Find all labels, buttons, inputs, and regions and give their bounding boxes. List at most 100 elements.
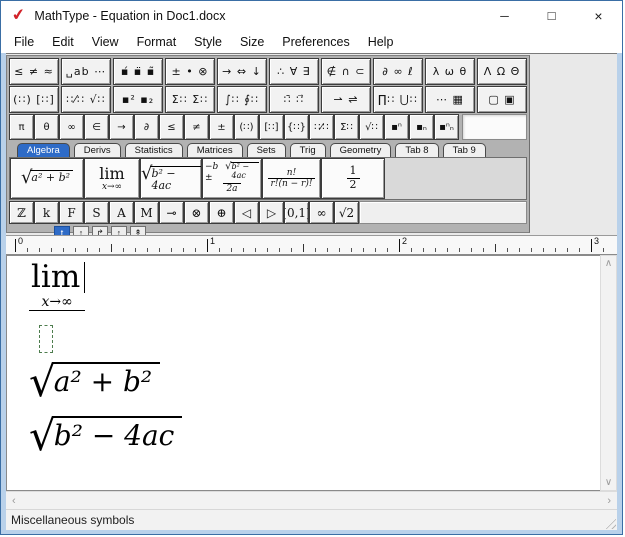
limit-expression[interactable]: lim x→∞ bbox=[29, 262, 85, 311]
menu-file[interactable]: File bbox=[5, 32, 43, 52]
equation-canvas[interactable]: lim x→∞ √a² + b² √b² − 4ac bbox=[6, 255, 600, 491]
menu-style[interactable]: Style bbox=[185, 32, 231, 52]
symbol-right-arrow[interactable]: → bbox=[109, 114, 134, 140]
template-superscript[interactable]: ▪ⁿ bbox=[384, 114, 409, 140]
status-text: Miscellaneous symbols bbox=[11, 513, 134, 527]
palette-relational-symbols[interactable]: ≤ ≠ ≈ bbox=[9, 58, 59, 85]
menu-preferences[interactable]: Preferences bbox=[273, 32, 358, 52]
expr-letter-k[interactable]: k bbox=[34, 201, 59, 224]
resize-grip-icon[interactable] bbox=[603, 516, 616, 529]
scroll-up-icon[interactable]: ∧ bbox=[605, 256, 612, 271]
symbol-partial[interactable]: ∂ bbox=[134, 114, 159, 140]
palette-product-templates[interactable]: ∏∷ ⋃∷ bbox=[373, 86, 423, 113]
horizontal-scrollbar[interactable]: ‹ › bbox=[6, 491, 617, 509]
tab-geometry[interactable]: Geometry bbox=[330, 143, 392, 157]
palette-greek-uppercase[interactable]: Λ Ω Θ bbox=[477, 58, 527, 85]
tab-sets[interactable]: Sets bbox=[247, 143, 286, 157]
template-summation[interactable]: Σ∷ bbox=[334, 114, 359, 140]
symbol-element-of[interactable]: ∈ bbox=[84, 114, 109, 140]
symbol-infinity[interactable]: ∞ bbox=[59, 114, 84, 140]
menu-size[interactable]: Size bbox=[231, 32, 273, 52]
expr-triangle-left[interactable]: ◁ bbox=[234, 201, 259, 224]
expression-combination-formula[interactable]: n!r!(n − r)! bbox=[262, 158, 321, 199]
vertical-scrollbar[interactable]: ∧ ∨ bbox=[600, 255, 617, 491]
tab-9[interactable]: Tab 9 bbox=[443, 143, 486, 157]
expr-interval-01[interactable]: [0,1] bbox=[284, 201, 309, 224]
palette-box-templates[interactable]: ▢ ▣ bbox=[477, 86, 527, 113]
palette-integral-templates[interactable]: ∫∷ ∮∷ bbox=[217, 86, 267, 113]
expr-infinity[interactable]: ∞ bbox=[309, 201, 334, 224]
symbol-pi[interactable]: π bbox=[9, 114, 34, 140]
expression-quadratic-formula[interactable]: −b ±√b² − 4ac 2a bbox=[202, 158, 262, 199]
tab-8[interactable]: Tab 8 bbox=[395, 143, 438, 157]
expr-double-struck-z[interactable]: ℤ bbox=[9, 201, 34, 224]
palette-fence-templates[interactable]: (∷) [∷] bbox=[9, 86, 59, 113]
mathtype-window: ✔ MathType - Equation in Doc1.docx ─ □ ×… bbox=[0, 0, 623, 535]
close-button[interactable]: × bbox=[575, 1, 622, 30]
palette-script-templates[interactable]: ▪² ▪₂ bbox=[113, 86, 163, 113]
symbol-less-equal[interactable]: ≤ bbox=[159, 114, 184, 140]
expr-letter-f[interactable]: F bbox=[59, 201, 84, 224]
small-symbol-bar: πθ∞∈→∂≤≠±(∷)[∷]{∷}∷⁄∷Σ∷√∷▪ⁿ▪ₙ▪ⁿₙ bbox=[8, 113, 528, 140]
expression-sqrt-b2-minus-4ac[interactable]: √b² − 4ac bbox=[140, 158, 202, 199]
template-subsuperscript[interactable]: ▪ⁿₙ bbox=[434, 114, 459, 140]
scroll-down-icon[interactable]: ∨ bbox=[605, 475, 612, 490]
expr-circled-times[interactable]: ⊗ bbox=[184, 201, 209, 224]
tab-statistics[interactable]: Statistics bbox=[125, 143, 183, 157]
expression-one-half[interactable]: 12 bbox=[321, 158, 385, 199]
menu-view[interactable]: View bbox=[83, 32, 128, 52]
radical-sign: √ bbox=[29, 363, 56, 401]
ruler[interactable]: 0123 bbox=[6, 235, 617, 255]
menu-format[interactable]: Format bbox=[128, 32, 186, 52]
symbol-theta[interactable]: θ bbox=[34, 114, 59, 140]
template-radical[interactable]: √∷ bbox=[359, 114, 384, 140]
scroll-right-icon[interactable]: › bbox=[607, 495, 611, 507]
expr-fraktur-a[interactable]: A bbox=[109, 201, 134, 224]
equation-sqrt-b2-minus-4ac[interactable]: √b² − 4ac bbox=[29, 416, 182, 456]
equation-sqrt-a2-plus-b2[interactable]: √a² + b² bbox=[29, 362, 160, 402]
palette-fraction-radical-templates[interactable]: ∷⁄∷ √∷ bbox=[61, 86, 111, 113]
palette-bar-arrow-templates[interactable]: ∷̄ ∷⃗ bbox=[269, 86, 319, 113]
palette-logic-symbols[interactable]: ∴ ∀ ∃ bbox=[269, 58, 319, 85]
expr-circled-plus[interactable]: ⊕ bbox=[209, 201, 234, 224]
expr-fraktur-m[interactable]: M bbox=[134, 201, 159, 224]
symbol-palette-panel: ≤ ≠ ≈␣ab ⋯▪́ ▪̈ ▪̃± • ⊗→ ⇔ ↓∴ ∀ ∃∉ ∩ ⊂∂ … bbox=[6, 55, 530, 233]
symbol-not-equal[interactable]: ≠ bbox=[184, 114, 209, 140]
template-parentheses[interactable]: (∷) bbox=[234, 114, 259, 140]
expression-bar-empty-area bbox=[385, 158, 526, 199]
menu-edit[interactable]: Edit bbox=[43, 32, 83, 52]
palette-misc-symbols[interactable]: ∂ ∞ ℓ bbox=[373, 58, 423, 85]
expression-sqrt-a2-plus-b2[interactable]: √a² + b² bbox=[10, 158, 84, 199]
palette-set-theory-symbols[interactable]: ∉ ∩ ⊂ bbox=[321, 58, 371, 85]
expr-sqrt-2[interactable]: √2 bbox=[334, 201, 359, 224]
template-subscript[interactable]: ▪ₙ bbox=[409, 114, 434, 140]
expr-multimap[interactable]: ⊸ bbox=[159, 201, 184, 224]
expr-letter-s[interactable]: S bbox=[84, 201, 109, 224]
template-brackets[interactable]: [∷] bbox=[259, 114, 284, 140]
mathtype-logo-icon: ✔ bbox=[11, 7, 27, 25]
client-area: ≤ ≠ ≈␣ab ⋯▪́ ▪̈ ▪̃± • ⊗→ ⇔ ↓∴ ∀ ∃∉ ∩ ⊂∂ … bbox=[6, 53, 617, 530]
template-fraction[interactable]: ∷⁄∷ bbox=[309, 114, 334, 140]
menu-help[interactable]: Help bbox=[359, 32, 403, 52]
maximize-button[interactable]: □ bbox=[528, 1, 575, 30]
palette-arrow-symbols[interactable]: → ⇔ ↓ bbox=[217, 58, 267, 85]
scroll-left-icon[interactable]: ‹ bbox=[12, 495, 16, 507]
expression-button-bar: √a² + b² limx→∞ √b² − 4ac −b ±√b² − 4ac … bbox=[9, 157, 527, 200]
empty-slot-placeholder[interactable] bbox=[39, 325, 53, 353]
palette-spaces-ellipses[interactable]: ␣ab ⋯ bbox=[61, 58, 111, 85]
tab-trig[interactable]: Trig bbox=[290, 143, 326, 157]
tab-algebra[interactable]: Algebra bbox=[17, 143, 70, 157]
palette-labeled-arrow-templates[interactable]: ⇀ ⇌ bbox=[321, 86, 371, 113]
symbol-plus-minus[interactable]: ± bbox=[209, 114, 234, 140]
palette-operator-symbols[interactable]: ± • ⊗ bbox=[165, 58, 215, 85]
palette-embellishments[interactable]: ▪́ ▪̈ ▪̃ bbox=[113, 58, 163, 85]
tab-derivs[interactable]: Derivs bbox=[74, 143, 121, 157]
template-braces[interactable]: {∷} bbox=[284, 114, 309, 140]
palette-sum-templates[interactable]: Σ∷ Σ∷ bbox=[165, 86, 215, 113]
minimize-button[interactable]: ─ bbox=[481, 1, 528, 30]
expression-limit[interactable]: limx→∞ bbox=[84, 158, 140, 199]
palette-greek-lowercase[interactable]: λ ω θ bbox=[425, 58, 475, 85]
palette-matrix-templates[interactable]: ⋯ ▦ bbox=[425, 86, 475, 113]
expr-triangle-right[interactable]: ▷ bbox=[259, 201, 284, 224]
tab-matrices[interactable]: Matrices bbox=[187, 143, 243, 157]
